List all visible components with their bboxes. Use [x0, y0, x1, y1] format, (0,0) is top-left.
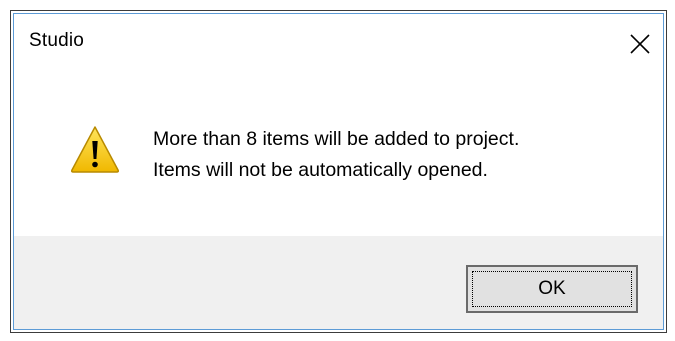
focus-rectangle: OK — [472, 271, 632, 307]
dialog-title: Studio — [29, 30, 85, 51]
button-bar: OK — [14, 236, 663, 329]
message-dialog: Studio More than 8 items will be added t… — [13, 13, 664, 330]
message-line: Items will not be automatically opened. — [153, 159, 488, 181]
title-bar[interactable]: Studio — [14, 14, 663, 74]
close-button[interactable] — [617, 14, 663, 74]
message-line: More than 8 items will be added to proje… — [153, 128, 520, 150]
warning-icon — [70, 126, 120, 173]
dialog-content: More than 8 items will be added to proje… — [14, 74, 663, 236]
ok-button-label: OK — [538, 278, 566, 299]
close-icon — [630, 34, 650, 54]
message-text: More than 8 items will be added to proje… — [153, 124, 519, 186]
ok-button[interactable]: OK — [466, 265, 638, 313]
